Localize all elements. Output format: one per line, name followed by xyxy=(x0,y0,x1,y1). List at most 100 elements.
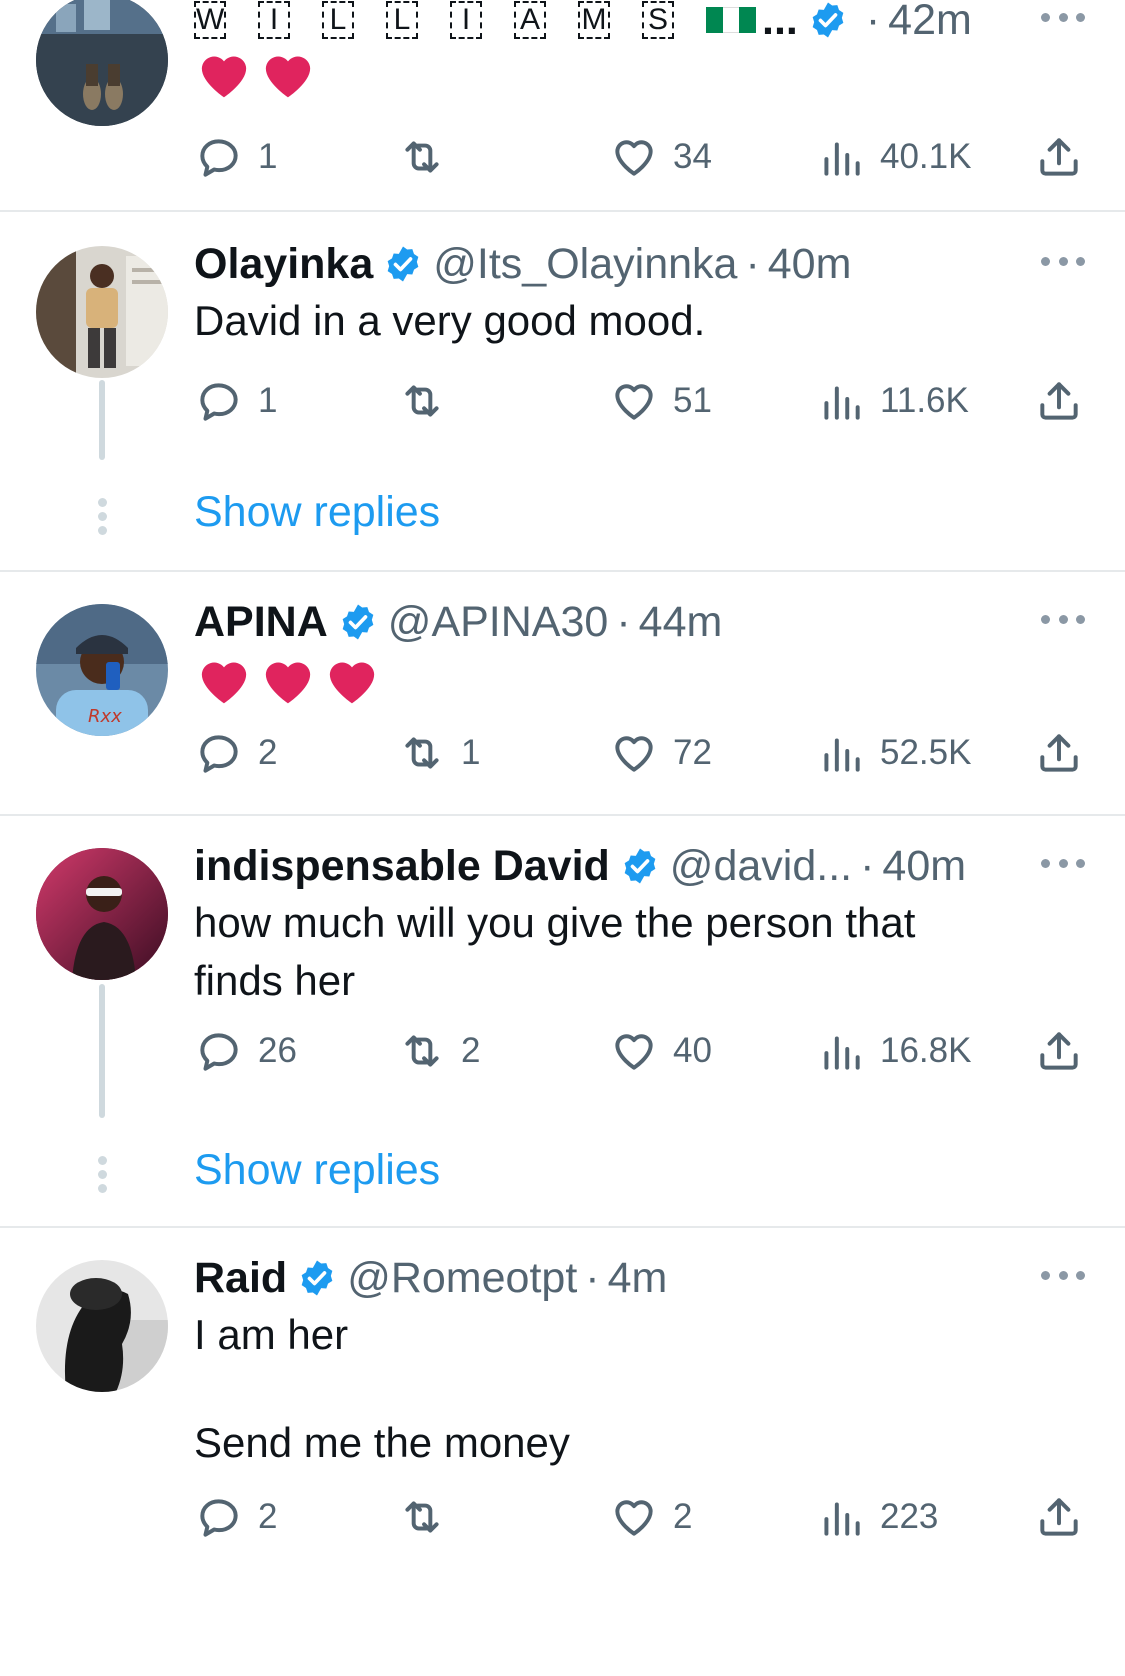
retweet-icon xyxy=(405,141,439,173)
tweet-actions: 1 34 40.1K xyxy=(194,132,1094,182)
retweet-button[interactable]: 2 xyxy=(397,1026,480,1076)
show-replies-link[interactable]: Show replies xyxy=(194,1146,440,1195)
tweet-text-emoji xyxy=(196,654,380,706)
tweet-text-line: Send me the money xyxy=(194,1419,570,1466)
name-letter: W xyxy=(194,1,226,39)
tweet-header: indispensable David @david... · 40m xyxy=(194,840,1085,892)
views-button[interactable]: 16.8K xyxy=(816,1026,971,1076)
like-button[interactable]: 34 xyxy=(609,132,712,182)
avatar[interactable] xyxy=(36,1260,168,1392)
like-button[interactable]: 51 xyxy=(609,376,712,426)
reply-icon xyxy=(200,1033,238,1071)
views-button[interactable]: 40.1K xyxy=(816,132,971,182)
tweet-header: Raid @Romeotpt · 4m xyxy=(194,1252,1085,1304)
reply-button[interactable]: 2 xyxy=(194,1492,277,1542)
more-options-icon[interactable] xyxy=(1041,2,1085,32)
timestamp[interactable]: 4m xyxy=(608,1254,668,1303)
reply-count: 1 xyxy=(258,137,278,176)
analytics-icon xyxy=(824,738,860,772)
retweet-button[interactable] xyxy=(397,376,461,426)
tweet-apina[interactable]: Rxx APINA @APINA30 · 44m 2 1 72 52.5K xyxy=(0,572,1125,814)
red-heart-icon xyxy=(201,56,247,98)
like-count: 51 xyxy=(673,381,712,420)
separator: · xyxy=(616,597,631,646)
name-letter: I xyxy=(450,1,482,39)
avatar[interactable] xyxy=(36,246,168,378)
views-button[interactable]: 52.5K xyxy=(816,728,971,778)
name-letter: A xyxy=(514,1,546,39)
views-button[interactable]: 11.6K xyxy=(816,376,969,426)
tweet-raid[interactable]: Raid @Romeotpt · 4m I am her Send me the… xyxy=(0,1228,1125,1676)
avatar[interactable] xyxy=(36,0,168,126)
display-name[interactable]: indispensable David xyxy=(194,842,610,891)
show-replies-link[interactable]: Show replies xyxy=(194,488,440,537)
avatar[interactable]: Rxx xyxy=(36,604,168,736)
tweet-text: David in a very good mood. xyxy=(194,297,706,344)
views-count: 16.8K xyxy=(880,1031,972,1070)
reply-icon xyxy=(200,735,238,773)
heart-outline-icon xyxy=(615,1500,653,1536)
reply-button[interactable]: 1 xyxy=(194,376,277,426)
name-letter: M xyxy=(578,1,610,39)
like-button[interactable]: 72 xyxy=(609,728,712,778)
heart-outline-icon xyxy=(615,384,653,420)
more-options-icon[interactable] xyxy=(1041,246,1085,276)
display-name[interactable]: APINA xyxy=(194,598,328,647)
more-options-icon[interactable] xyxy=(1041,604,1085,634)
share-icon xyxy=(1040,1032,1078,1070)
verified-badge-icon xyxy=(624,848,656,884)
reply-feed: W I L L I A M S ... · 42m 1 34 40.1K Ola… xyxy=(0,0,1125,1676)
retweet-button[interactable]: 1 xyxy=(397,728,480,778)
like-button[interactable]: 2 xyxy=(609,1492,692,1542)
handle[interactable]: @Romeotpt xyxy=(347,1254,577,1303)
like-button[interactable]: 40 xyxy=(609,1026,712,1076)
handle[interactable]: @david... xyxy=(670,842,852,891)
like-count: 2 xyxy=(673,1497,693,1536)
tweet-header: APINA @APINA30 · 44m xyxy=(194,596,1085,648)
share-button[interactable] xyxy=(1034,376,1084,426)
tweet-actions: 1 51 11.6K xyxy=(194,376,1094,426)
heart-outline-icon xyxy=(615,1034,653,1070)
reply-icon xyxy=(200,383,238,421)
tweet-text-line: how much will you give the person that xyxy=(194,899,916,946)
name-letter: I xyxy=(258,1,290,39)
reply-button[interactable]: 2 xyxy=(194,728,277,778)
tweet-indispensable-david[interactable]: indispensable David @david... · 40m how … xyxy=(0,816,1125,1226)
thread-connector-dots xyxy=(96,498,108,540)
share-button[interactable] xyxy=(1034,1026,1084,1076)
share-icon xyxy=(1040,138,1078,176)
avatar[interactable] xyxy=(36,848,168,980)
separator: · xyxy=(745,239,760,288)
handle[interactable]: @Its_Olayinnka xyxy=(433,240,737,289)
display-name[interactable]: Olayinka xyxy=(194,240,373,289)
more-options-icon[interactable] xyxy=(1041,1260,1085,1290)
thread-line xyxy=(99,984,105,1118)
heart-outline-icon xyxy=(615,736,653,772)
display-name[interactable]: Raid xyxy=(194,1254,287,1303)
more-options-icon[interactable] xyxy=(1041,848,1085,878)
tweet-williams[interactable]: W I L L I A M S ... · 42m 1 34 40.1K xyxy=(0,0,1125,210)
reply-button[interactable]: 1 xyxy=(194,132,277,182)
views-button[interactable]: 223 xyxy=(816,1492,938,1542)
retweet-button[interactable] xyxy=(397,1492,461,1542)
tweet-text: how much will you give the person that f… xyxy=(194,894,1034,1010)
thread-line xyxy=(99,380,105,460)
nigeria-flag-icon xyxy=(706,7,757,33)
share-button[interactable] xyxy=(1034,132,1084,182)
views-count: 223 xyxy=(880,1497,939,1536)
tweet-text-line: I am her xyxy=(194,1311,349,1358)
handle[interactable]: @APINA30 xyxy=(388,598,609,647)
share-button[interactable] xyxy=(1034,728,1084,778)
timestamp[interactable]: 42m xyxy=(888,0,972,45)
timestamp[interactable]: 40m xyxy=(882,842,966,891)
timestamp[interactable]: 44m xyxy=(639,598,723,647)
tweet-olayinka[interactable]: Olayinka @Its_Olayinnka · 40m David in a… xyxy=(0,212,1125,570)
reply-button[interactable]: 26 xyxy=(194,1026,297,1076)
analytics-icon xyxy=(824,386,860,420)
timestamp[interactable]: 40m xyxy=(768,240,852,289)
retweet-button[interactable] xyxy=(397,132,461,182)
tweet-header: Olayinka @Its_Olayinnka · 40m xyxy=(194,238,1085,290)
share-button[interactable] xyxy=(1034,1492,1084,1542)
retweet-count: 1 xyxy=(461,733,481,772)
display-name[interactable]: W I L L I A M S ... xyxy=(194,0,798,45)
